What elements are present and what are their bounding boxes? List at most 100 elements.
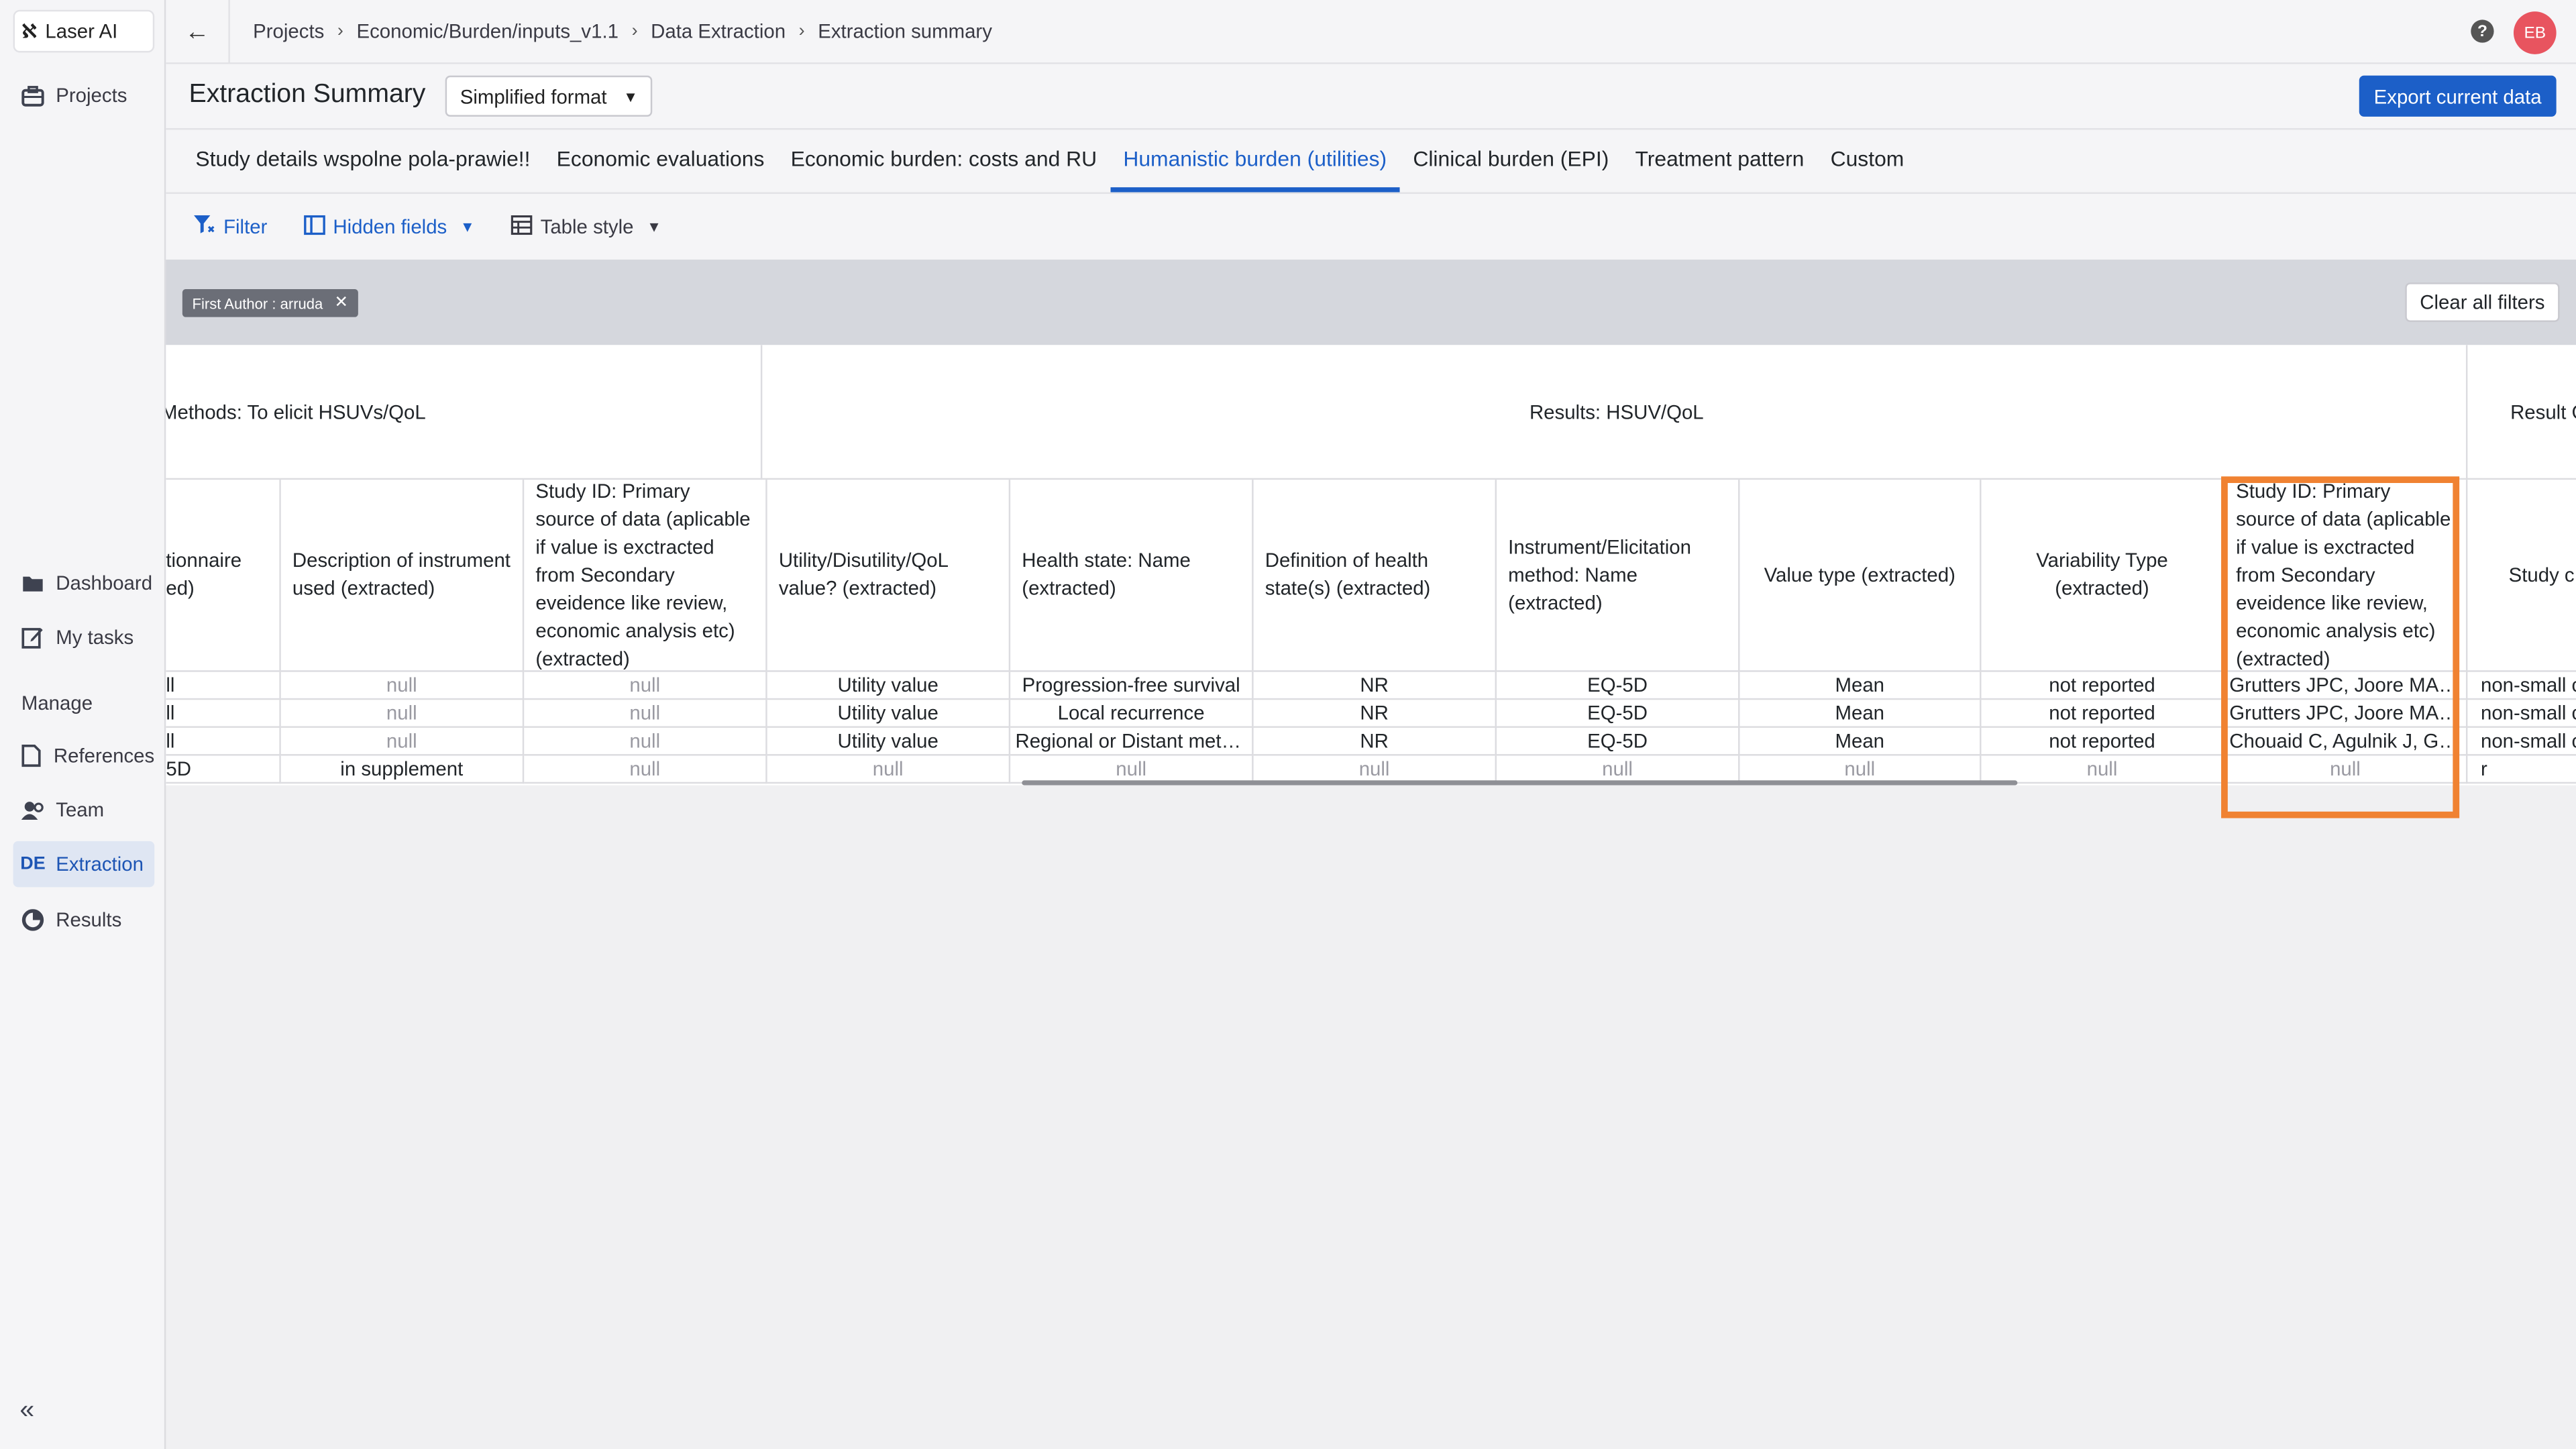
column-header[interactable]: Utility/Disutility/QoL value? (extracted… — [767, 480, 1011, 672]
table-cell[interactable]: null — [524, 672, 767, 700]
table-cell[interactable]: EQ-5D — [1497, 700, 1740, 728]
hidden-fields-button[interactable]: Hidden fields ▼ — [303, 214, 475, 239]
column-header[interactable]: Definition of health state(s) (extracted… — [1253, 480, 1497, 672]
edit-icon — [19, 625, 46, 651]
table-cell[interactable]: non-small c — [2467, 700, 2576, 728]
column-header[interactable]: Instrument/Elicitation method: Name (ext… — [1497, 480, 1740, 672]
sidebar-item-references[interactable]: References — [13, 733, 155, 779]
table-cell[interactable]: NR — [1253, 700, 1497, 728]
export-button[interactable]: Export current data — [2359, 75, 2557, 117]
top-bar: ← Projects › Economic/Burden/inputs_v1.1… — [166, 0, 2576, 64]
sidebar-item-dashboard[interactable]: Dashboard — [13, 560, 155, 606]
back-arrow-icon[interactable]: ← — [166, 0, 230, 64]
horizontal-scrollbar[interactable] — [1022, 780, 2018, 786]
page-header: Extraction Summary Simplified format ▼ E… — [166, 64, 2576, 130]
briefcase-icon — [19, 82, 46, 108]
table-cell[interactable]: NR — [1253, 672, 1497, 700]
table-cell[interactable]: Utility value — [767, 700, 1011, 728]
table-cell[interactable]: NR — [1253, 727, 1497, 756]
table-cell[interactable]: Mean — [1739, 700, 1982, 728]
table-cell[interactable]: ll — [166, 700, 281, 728]
caret-down-icon: ▼ — [647, 218, 661, 235]
filter-button[interactable]: Filter — [193, 214, 268, 239]
breadcrumb-current: Extraction summary — [818, 19, 992, 43]
tab-clinical-burden[interactable]: Clinical burden (EPI) — [1400, 129, 1622, 192]
sidebar-item-label: Projects — [56, 83, 127, 107]
tab-study-details[interactable]: Study details wspolne pola-prawie!! — [182, 129, 543, 192]
table-cell[interactable]: non-small c — [2467, 728, 2576, 756]
table-cell[interactable]: Utility value — [767, 727, 1011, 756]
table-cell[interactable]: null — [280, 727, 525, 756]
sidebar-item-projects[interactable]: Projects — [13, 72, 155, 119]
table-cell[interactable]: null — [524, 700, 767, 728]
table-cell[interactable]: Progression-free survival — [1010, 672, 1254, 700]
tab-economic-burden[interactable]: Economic burden: costs and RU — [777, 129, 1110, 192]
column-header[interactable]: Study c — [2467, 480, 2576, 672]
table-cell[interactable]: ll — [166, 672, 281, 700]
breadcrumb-projects[interactable]: Projects — [253, 19, 324, 42]
app-logo[interactable]: ℵ Laser AI — [13, 9, 155, 53]
chevron-right-icon: › — [337, 21, 343, 42]
breadcrumb-data-extraction[interactable]: Data Extraction — [651, 19, 786, 42]
table-cell[interactable]: ll — [166, 727, 281, 756]
column-header[interactable]: Description of instrument used (extracte… — [280, 480, 525, 672]
table-cell[interactable]: in supplement — [280, 755, 525, 784]
table-cell[interactable]: null — [1981, 755, 2224, 784]
table-cell[interactable]: null — [1253, 755, 1497, 784]
tab-bar: Study details wspolne pola-prawie!! Econ… — [166, 129, 2576, 194]
help-icon[interactable]: ? — [2471, 19, 2494, 43]
table-cell[interactable]: null — [767, 755, 1011, 784]
filter-icon — [193, 214, 215, 239]
table-icon — [511, 214, 533, 239]
table-cell[interactable]: Local recurrence — [1010, 700, 1254, 728]
column-header[interactable]: Health state: Name (extracted) — [1010, 480, 1254, 672]
table-cell[interactable]: Mean — [1739, 672, 1982, 700]
tab-humanistic-burden[interactable]: Humanistic burden (utilities) — [1110, 129, 1400, 193]
table-cell[interactable]: not reported — [1981, 700, 2224, 728]
table-cell[interactable]: null — [1497, 755, 1740, 784]
sidebar-item-team[interactable]: Team — [13, 787, 155, 833]
table-style-button[interactable]: Table style ▼ — [511, 214, 661, 239]
clear-all-filters-button[interactable]: Clear all filters — [2405, 282, 2560, 323]
sidebar-item-extraction[interactable]: DE Extraction — [13, 841, 155, 888]
document-icon — [19, 743, 44, 769]
close-icon[interactable]: ✕ — [334, 294, 348, 312]
table-cell[interactable]: null — [1010, 755, 1254, 784]
column-header[interactable]: tionnaire ed) — [166, 480, 281, 672]
format-select[interactable]: Simplified format ▼ — [445, 75, 653, 117]
page-title: Extraction Summary — [189, 80, 426, 109]
caret-down-icon: ▼ — [623, 88, 638, 105]
filter-chip[interactable]: First Author : arruda ✕ — [182, 289, 358, 317]
table-cell[interactable]: r — [2467, 756, 2576, 784]
sidebar-item-my-tasks[interactable]: My tasks — [13, 614, 155, 661]
table-cell[interactable]: null — [524, 755, 767, 784]
chevron-right-icon: › — [798, 21, 805, 42]
table-cell[interactable]: not reported — [1981, 727, 2224, 756]
table-cell[interactable]: not reported — [1981, 672, 2224, 700]
table-cell[interactable]: Utility value — [767, 672, 1011, 700]
table-cell[interactable]: EQ-5D — [1497, 672, 1740, 700]
sidebar: ℵ Laser AI Projects Dashboard My tasks M… — [0, 0, 166, 1449]
avatar[interactable]: EB — [2513, 11, 2557, 54]
breadcrumb-project[interactable]: Economic/Burden/inputs_v1.1 — [357, 19, 619, 42]
highlighted-column-outline — [2221, 476, 2460, 818]
tab-economic-evaluations[interactable]: Economic evaluations — [543, 129, 777, 192]
table-cell[interactable]: EQ-5D — [1497, 727, 1740, 756]
column-header[interactable]: Variability Type (extracted) — [1981, 480, 2224, 672]
column-header[interactable]: Study ID: Primary source of data (aplica… — [524, 480, 767, 672]
table-cell[interactable]: null — [1739, 755, 1982, 784]
table-cell[interactable]: 5D — [166, 755, 281, 784]
table-cell[interactable]: null — [280, 700, 525, 728]
filter-label: Filter — [223, 215, 268, 239]
table-cell[interactable]: Regional or Distant metas... — [1010, 727, 1254, 756]
sidebar-item-results[interactable]: Results — [13, 897, 155, 943]
table-cell[interactable]: null — [524, 727, 767, 756]
column-header[interactable]: Value type (extracted) — [1739, 480, 1982, 672]
tab-treatment-pattern[interactable]: Treatment pattern — [1622, 129, 1817, 192]
table-cell[interactable]: null — [280, 672, 525, 700]
collapse-sidebar-icon[interactable]: « — [19, 1397, 34, 1426]
table-cell[interactable]: Mean — [1739, 727, 1982, 756]
table-cell[interactable]: non-small c — [2467, 672, 2576, 700]
logo-icon: ℵ — [21, 19, 37, 43]
tab-custom[interactable]: Custom — [1817, 129, 1917, 192]
